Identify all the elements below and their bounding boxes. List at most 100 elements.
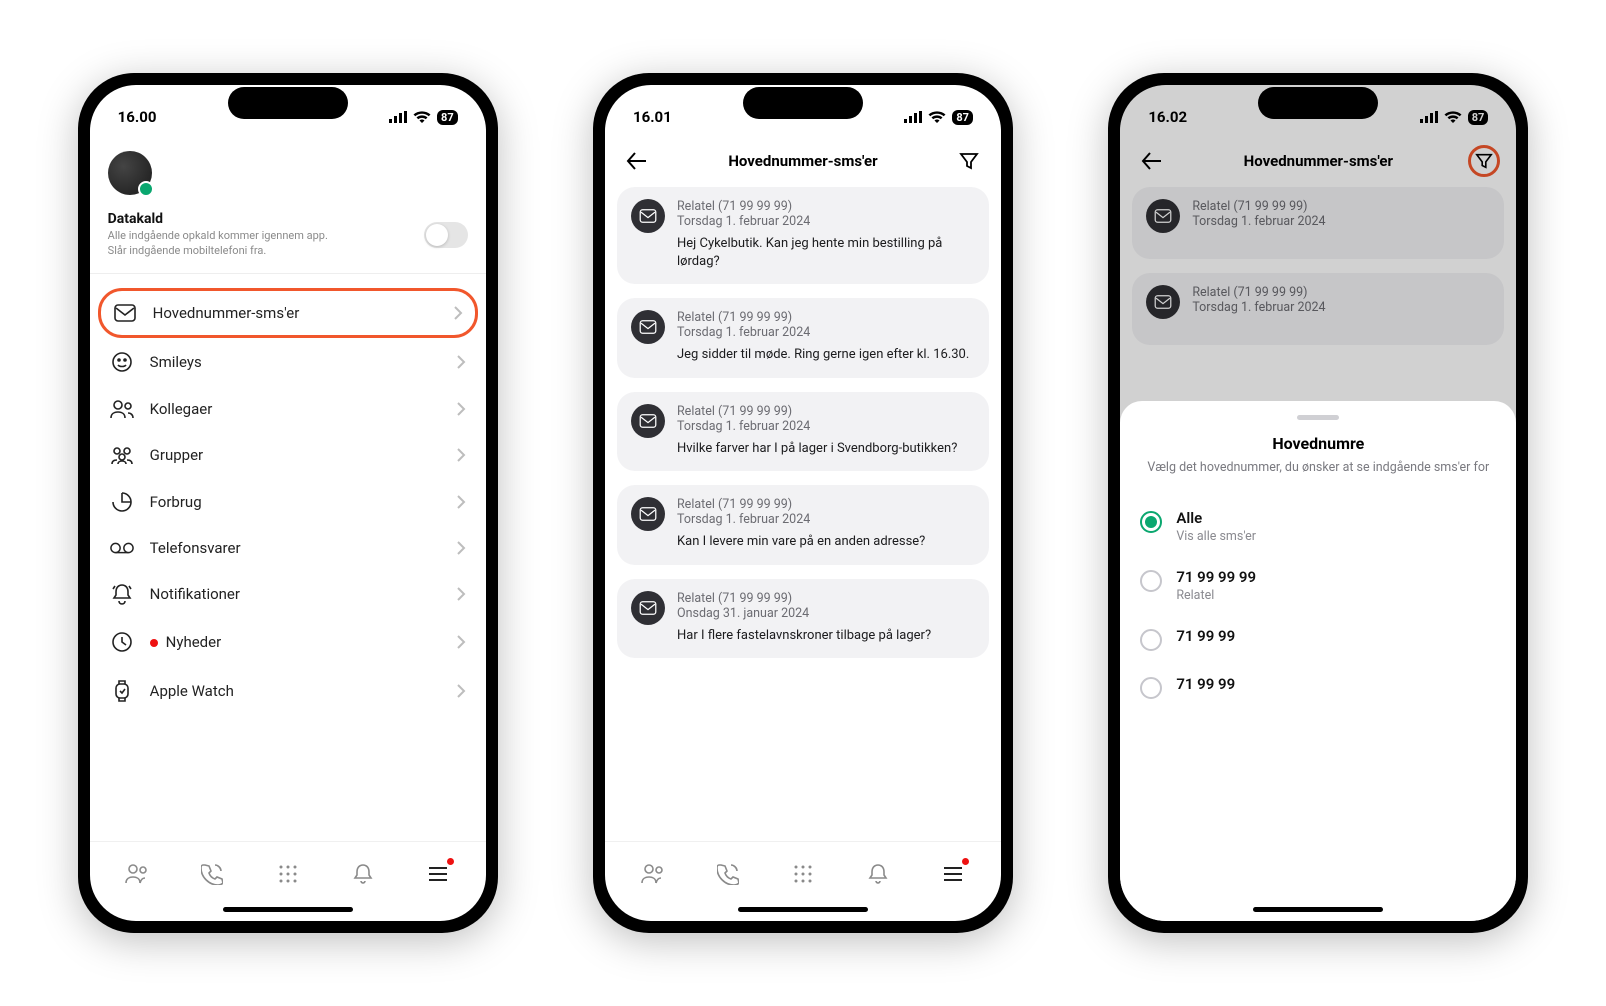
usage-icon: [110, 491, 134, 513]
datakald-desc-line2: Slår indgående mobiltelefoni fra.: [108, 244, 328, 259]
home-indicator[interactable]: [1120, 897, 1516, 921]
sheet-handle[interactable]: [1297, 415, 1339, 420]
back-button[interactable]: [1136, 145, 1168, 177]
sms-card[interactable]: Relatel (71 99 99 99)Torsdag 1. februar …: [617, 187, 989, 284]
nav-menu[interactable]: [931, 856, 975, 892]
watch-icon: [110, 679, 134, 703]
menu-item-usage[interactable]: Forbrug: [98, 478, 478, 526]
radio-icon: [1140, 677, 1162, 699]
sms-date: Torsdag 1. februar 2024: [1192, 300, 1490, 315]
mail-icon: [631, 199, 665, 233]
phone-2: 16.01 87 Hovednummer-sms'er Relatel (71 …: [593, 73, 1013, 933]
option-title: Alle: [1176, 509, 1256, 527]
filter-option[interactable]: 71 99 99: [1138, 663, 1498, 711]
menu-item-people[interactable]: Kollegaer: [98, 386, 478, 432]
sms-text: Har I flere fastelavnskroner tilbage på …: [677, 627, 975, 645]
menu-label: Hovednummer-sms'er: [153, 304, 437, 322]
clock-icon: [110, 631, 134, 653]
sms-sender: Relatel (71 99 99 99): [1192, 285, 1490, 300]
sms-sender: Relatel (71 99 99 99): [1192, 199, 1490, 214]
chevron-right-icon: [456, 634, 466, 650]
option-subtitle: Relatel: [1176, 588, 1256, 603]
back-button[interactable]: [621, 145, 653, 177]
home-indicator[interactable]: [90, 897, 486, 921]
new-dot: [150, 639, 158, 647]
sms-text: Hvilke farver har I på lager i Svendborg…: [677, 440, 975, 458]
groups-icon: [110, 445, 134, 465]
nav-keypad[interactable]: [781, 856, 825, 892]
filter-button[interactable]: [953, 145, 985, 177]
sms-card[interactable]: Relatel (71 99 99 99)Torsdag 1. februar …: [617, 298, 989, 378]
sms-card[interactable]: Relatel (71 99 99 99)Onsdag 31. januar 2…: [617, 579, 989, 659]
filter-button[interactable]: [1468, 145, 1500, 177]
menu-label: Notifikationer: [150, 585, 440, 603]
menu-label: Apple Watch: [150, 682, 440, 700]
menu-item-mail[interactable]: Hovednummer-sms'er: [98, 288, 478, 338]
sms-sender: Relatel (71 99 99 99): [677, 310, 975, 325]
nav-contacts[interactable]: [631, 856, 675, 892]
nav-menu[interactable]: [416, 856, 460, 892]
option-title: 71 99 99: [1176, 627, 1235, 645]
nav-notifications[interactable]: [856, 856, 900, 892]
page-title: Hovednummer-sms'er: [1244, 152, 1393, 170]
chevron-right-icon: [456, 447, 466, 463]
nav-calls[interactable]: [190, 856, 234, 892]
sms-date: Torsdag 1. februar 2024: [677, 419, 975, 434]
nav-notifications[interactable]: [341, 856, 385, 892]
sms-date: Torsdag 1. februar 2024: [677, 512, 975, 527]
menu-list: Hovednummer-sms'er Smileys KollegaerGruppe…: [90, 274, 486, 730]
chevron-right-icon: [456, 586, 466, 602]
menu-item-groups[interactable]: Grupper: [98, 432, 478, 478]
nav-calls[interactable]: [706, 856, 750, 892]
dynamic-island: [1258, 87, 1378, 119]
bottom-nav: [605, 841, 1001, 897]
menu-label: Smileys: [150, 353, 440, 371]
filter-option[interactable]: 71 99 99 99 Relatel: [1138, 556, 1498, 615]
chevron-right-icon: [456, 540, 466, 556]
chevron-right-icon: [453, 305, 463, 321]
nav-menu-dot: [447, 858, 454, 865]
menu-item-watch[interactable]: Apple Watch: [98, 666, 478, 716]
sms-date: Torsdag 1. februar 2024: [677, 325, 975, 340]
menu-item-clock[interactable]: Nyheder: [98, 618, 478, 666]
option-title: 71 99 99: [1176, 675, 1235, 693]
sms-date: Torsdag 1. februar 2024: [1192, 214, 1490, 229]
signal-icon: [1420, 111, 1438, 123]
sms-sender: Relatel (71 99 99 99): [677, 199, 975, 214]
filter-sheet: Hovednumre Vælg det hovednummer, du ønsk…: [1120, 401, 1516, 921]
sms-card[interactable]: Relatel (71 99 99 99)Torsdag 1. februar …: [617, 392, 989, 472]
filter-option[interactable]: 71 99 99: [1138, 615, 1498, 663]
people-icon: [110, 399, 134, 419]
voicemail-icon: [110, 541, 134, 555]
status-time: 16.02: [1148, 108, 1187, 126]
smiley-icon: [110, 351, 134, 373]
battery-level: 87: [1468, 110, 1489, 125]
dynamic-island: [743, 87, 863, 119]
menu-item-smiley[interactable]: Smileys: [98, 338, 478, 386]
mail-icon: [631, 310, 665, 344]
menu-label: Nyheder: [150, 633, 440, 651]
menu-item-bell[interactable]: Notifikationer: [98, 570, 478, 618]
sms-card[interactable]: Relatel (71 99 99 99)Torsdag 1. februar …: [617, 485, 989, 565]
status-time: 16.00: [118, 108, 157, 126]
avatar[interactable]: [108, 151, 152, 195]
wifi-icon: [928, 111, 946, 124]
home-indicator[interactable]: [605, 897, 1001, 921]
filter-option[interactable]: AlleVis alle sms'er: [1138, 497, 1498, 556]
datakald-toggle[interactable]: [424, 222, 468, 248]
menu-item-voicemail[interactable]: Telefonsvarer: [98, 526, 478, 570]
datakald-section: Datakald Alle indgående opkald kommer ig…: [90, 201, 486, 274]
sms-card: Relatel (71 99 99 99)Torsdag 1. februar …: [1132, 273, 1504, 345]
nav-keypad[interactable]: [266, 856, 310, 892]
mail-icon: [631, 404, 665, 438]
mail-icon: [1146, 199, 1180, 233]
sms-sender: Relatel (71 99 99 99): [677, 497, 975, 512]
option-title: 71 99 99 99: [1176, 568, 1256, 586]
chevron-right-icon: [456, 494, 466, 510]
nav-contacts[interactable]: [115, 856, 159, 892]
mail-icon: [631, 591, 665, 625]
sms-date: Torsdag 1. februar 2024: [677, 214, 975, 229]
battery-level: 87: [952, 110, 973, 125]
bell-icon: [110, 583, 134, 605]
bottom-nav: [90, 841, 486, 897]
